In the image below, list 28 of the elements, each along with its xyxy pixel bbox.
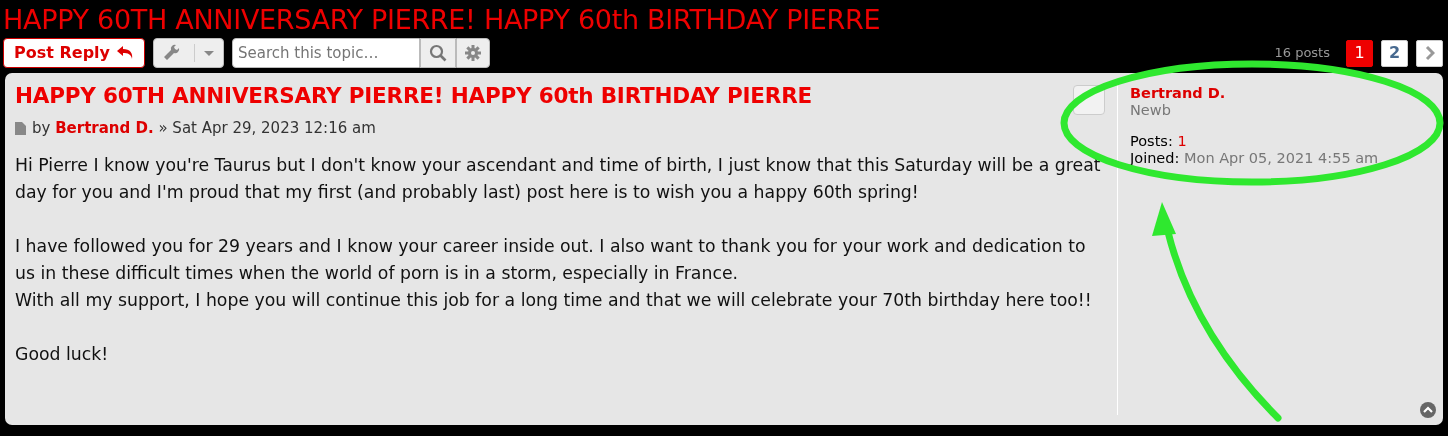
search-icon	[429, 44, 447, 62]
tools-dropdown-button[interactable]	[153, 38, 224, 68]
joined-stat: Joined: Mon Apr 05, 2021 4:55 am	[1130, 150, 1380, 167]
post-paragraph: I have followed you for 29 years and I know your career inside out. I also want to thank you for your work and dedication to us in these difficult times when the world of porn is in a storm, especially in France. With all my support, I hope you will continue this job for a long time and that we will celebrate your 70th birthday here too!!	[15, 234, 1093, 312]
next-page-button[interactable]	[1416, 39, 1443, 67]
chevron-right-icon	[1424, 45, 1435, 61]
reply-icon	[116, 45, 134, 61]
page-link[interactable]: 1	[1346, 39, 1373, 67]
page-link[interactable]: 2	[1381, 39, 1408, 67]
post-paragraph: Hi Pierre I know you're Taurus but I don't know your ascendant and time of birth, I just know that this Saturday will be a great day for you and I'm proud that my first (and probably last) post here is to wish you a happy 60th spring!	[15, 153, 1102, 204]
topic-title[interactable]: HAPPY 60TH ANNIVERSARY PIERRE! HAPPY 60th BIRTHDAY PIERRE	[0, 0, 1448, 33]
document-icon	[15, 121, 26, 135]
author-link[interactable]: Bertrand D.	[55, 118, 154, 137]
settings-icon	[465, 45, 481, 61]
posts-count-link[interactable]: 1	[1177, 133, 1187, 149]
post-title[interactable]: HAPPY 60TH ANNIVERSARY PIERRE! HAPPY 60th BIRTHDAY PIERRE	[15, 83, 1107, 109]
posts-stat: Posts: 1	[1130, 133, 1188, 150]
post-meta: by Bertrand D. » Sat Apr 29, 2023 12:16 am	[32, 117, 376, 139]
back-to-top-icon[interactable]	[1419, 401, 1437, 419]
search-field[interactable]: Search this topic…	[232, 38, 420, 68]
search-button[interactable]	[420, 38, 456, 68]
profile-username[interactable]: Bertrand D.	[1130, 85, 1226, 101]
post-reply-button[interactable]: Post Reply	[3, 38, 145, 68]
user-rank: Newb	[1130, 102, 1172, 119]
post-paragraph: Good luck!	[15, 342, 110, 366]
post-count: 16 posts	[1274, 44, 1330, 63]
caret-icon	[204, 50, 214, 56]
advanced-search-button[interactable]	[456, 38, 490, 68]
